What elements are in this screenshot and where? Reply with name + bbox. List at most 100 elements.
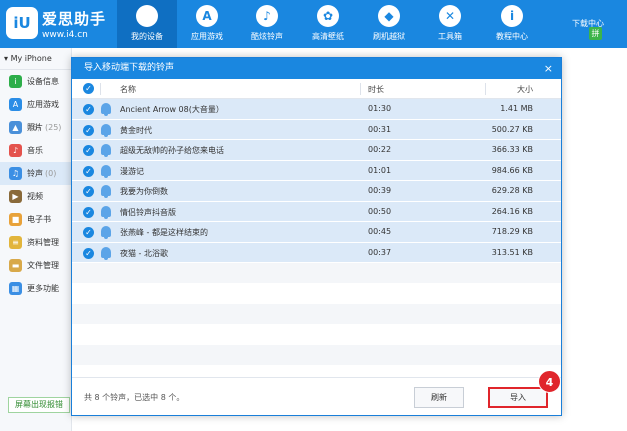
bell-icon [101,103,111,116]
dialog-footer: 共 8 个铃声，已选中 8 个。 刷新 导入 [72,377,561,415]
sidebar-item-6[interactable]: ■ 电子书 [0,208,71,231]
ringtone-size: 264.16 KB [491,206,533,216]
sidebar-item-label: 设备信息 [27,77,59,86]
sidebar-item-9[interactable]: ▦ 更多功能 [0,277,71,300]
ringtone-name: 超级无敌帅的孙子给您来电话 [120,146,224,155]
ringtone-name: 张燕峰 - 都是这样结束的 [120,228,208,237]
row-checkbox[interactable]: ✓ [83,145,94,156]
sidebar-item-4[interactable]: ♫ 铃声 (0) [0,162,71,185]
sidebar-item-0[interactable]: i 设备信息 [0,70,71,93]
row-checkbox[interactable]: ✓ [83,227,94,238]
nav-item-3[interactable]: ✿ 高清壁纸 [298,0,358,48]
ringtone-duration: 00:50 [368,206,392,216]
ringtone-size: 366.33 KB [491,145,533,154]
sidebar: ▾ My iPhone i 设备信息 A 应用游戏(6) ▲ 照片 (25) ♪ 音乐 ♫ 铃声 (0… [0,48,72,431]
sidebar-item-1[interactable]: A 应用游戏(6) [0,93,71,132]
dropbox-icon: ◆ [378,5,400,27]
empty-row [72,345,561,366]
nav-label: 教程中心 [496,32,528,41]
row-checkbox[interactable]: ✓ [83,247,94,259]
sidebar-item-2[interactable]: ▲ 照片 (25) [0,116,71,139]
sidebar-item-count: (0) [45,169,57,178]
nav-item-4[interactable]: ◆ 刷机越狱 [359,0,419,48]
nav-item-5[interactable]: ✕ 工具箱 [420,0,480,48]
brand: 爱思助手 www.i4.cn [42,8,106,40]
sidebar-item-label: 应用游戏 [27,100,59,109]
ringtone-name: Ancient Arrow 08(大音量） [120,105,224,114]
import-button[interactable]: 导入 [488,387,548,408]
ringtone-name: 漫游记 [120,166,144,176]
table-row[interactable]: ✓ 漫游记 01:01 984.66 KB [72,160,561,181]
row-checkbox[interactable]: ✓ [83,206,94,218]
video-icon: ▶ [9,190,22,203]
nav-label: 我的设备 [131,32,163,41]
empty-row [72,283,561,304]
nav-item-6[interactable]: i 教程中心 [482,0,542,48]
ringtone-duration: 00:37 [368,247,392,257]
sidebar-item-8[interactable]: ▬ 文件管理 [0,254,71,277]
nav-item-0[interactable]: 我的设备 [117,0,177,48]
refresh-button[interactable]: 刷新 [414,387,464,408]
select-all-checkbox[interactable]: ✓ [83,83,94,94]
table-row[interactable]: ✓ 黄金时代 00:31 500.27 KB [72,119,561,140]
ringtone-size: 313.51 KB [491,247,533,257]
table-row[interactable]: ✓ Ancient Arrow 08(大音量） 01:30 1.41 MB [72,99,561,120]
close-icon[interactable]: × [544,58,553,79]
bell-icon: ♪ [256,5,278,27]
table-row[interactable]: ✓ 我要为你倒数 00:39 629.28 KB [72,181,561,202]
ringtone-duration: 01:30 [368,104,392,113]
bell-icon [101,144,111,157]
table-row[interactable]: ✓ 夜猫 - 北浴歌 00:37 313.51 KB [72,242,561,263]
row-checkbox[interactable]: ✓ [83,104,94,115]
nav-label: 应用游戏 [191,32,223,41]
ringtone-size: 629.28 KB [491,186,533,195]
column-divider [100,83,101,95]
bell-icon [101,226,111,239]
sidebar-item-label: 音乐 [27,146,43,155]
sidebar-item-label: 文件管理 [27,261,59,270]
nav-label: 工具箱 [438,32,462,41]
column-divider [485,83,486,95]
app-name: 爱思助手 [42,10,107,28]
table-row[interactable]: ✓ 情侣铃声抖音版 00:50 264.16 KB [72,201,561,222]
column-header-duration[interactable]: 时长 [368,84,384,95]
sidebar-item-7[interactable]: ≡ 资料管理 [0,231,71,254]
bell-icon [101,164,111,178]
tools-icon: ✕ [439,5,461,27]
row-checkbox[interactable]: ✓ [83,186,94,197]
notification-badge[interactable]: 拼 [589,27,602,40]
ringtone-size: 1.41 MB [500,104,533,113]
device-name: My iPhone [10,54,52,63]
row-checkbox[interactable]: ✓ [83,165,94,177]
table-row[interactable]: ✓ 超级无敌帅的孙子给您来电话 00:22 366.33 KB [72,140,561,161]
sidebar-item-label: 电子书 [27,215,51,224]
top-bar: iU 爱思助手 www.i4.cn 我的设备 A 应用游戏 ♪ 酷炫铃声 ✿ 高清壁纸 ◆ 刷机… [0,0,627,48]
sidebar-item-3[interactable]: ♪ 音乐 [0,139,71,162]
sidebar-item-label: 资料管理 [27,238,59,247]
app-logo: iU [6,7,38,39]
sidebar-item-5[interactable]: ▶ 视频 [0,185,71,208]
report-error-button[interactable]: 屏幕出现报错 [8,397,70,413]
column-header-size[interactable]: 大小 [517,84,533,95]
nav-item-1[interactable]: A 应用游戏 [177,0,237,48]
app-url: www.i4.cn [42,30,88,40]
nav-item-2[interactable]: ♪ 酷炫铃声 [237,0,297,48]
ringtone-duration: 01:01 [368,165,392,175]
column-divider [360,83,361,95]
sidebar-item-count: (25) [45,123,62,132]
book-icon: ■ [9,213,22,226]
ringtone-size: 718.29 KB [491,227,533,236]
table-row[interactable]: ✓ 张燕峰 - 都是这样结束的 00:45 718.29 KB [72,222,561,243]
contacts-icon: ≡ [9,236,22,249]
selection-status: 共 8 个铃声，已选中 8 个。 [84,393,185,402]
device-selector[interactable]: ▾ My iPhone [0,48,71,70]
ringtone-duration: 00:45 [368,227,392,236]
column-header-name[interactable]: 名称 [120,84,136,95]
info-icon: i [9,75,22,88]
step-number-badge: 4 [538,370,561,393]
ringtone-duration: 00:31 [368,124,392,134]
empty-row [72,304,561,325]
sidebar-item-label: 铃声 [27,169,43,178]
row-checkbox[interactable]: ✓ [83,124,94,136]
info-icon: i [501,5,523,27]
